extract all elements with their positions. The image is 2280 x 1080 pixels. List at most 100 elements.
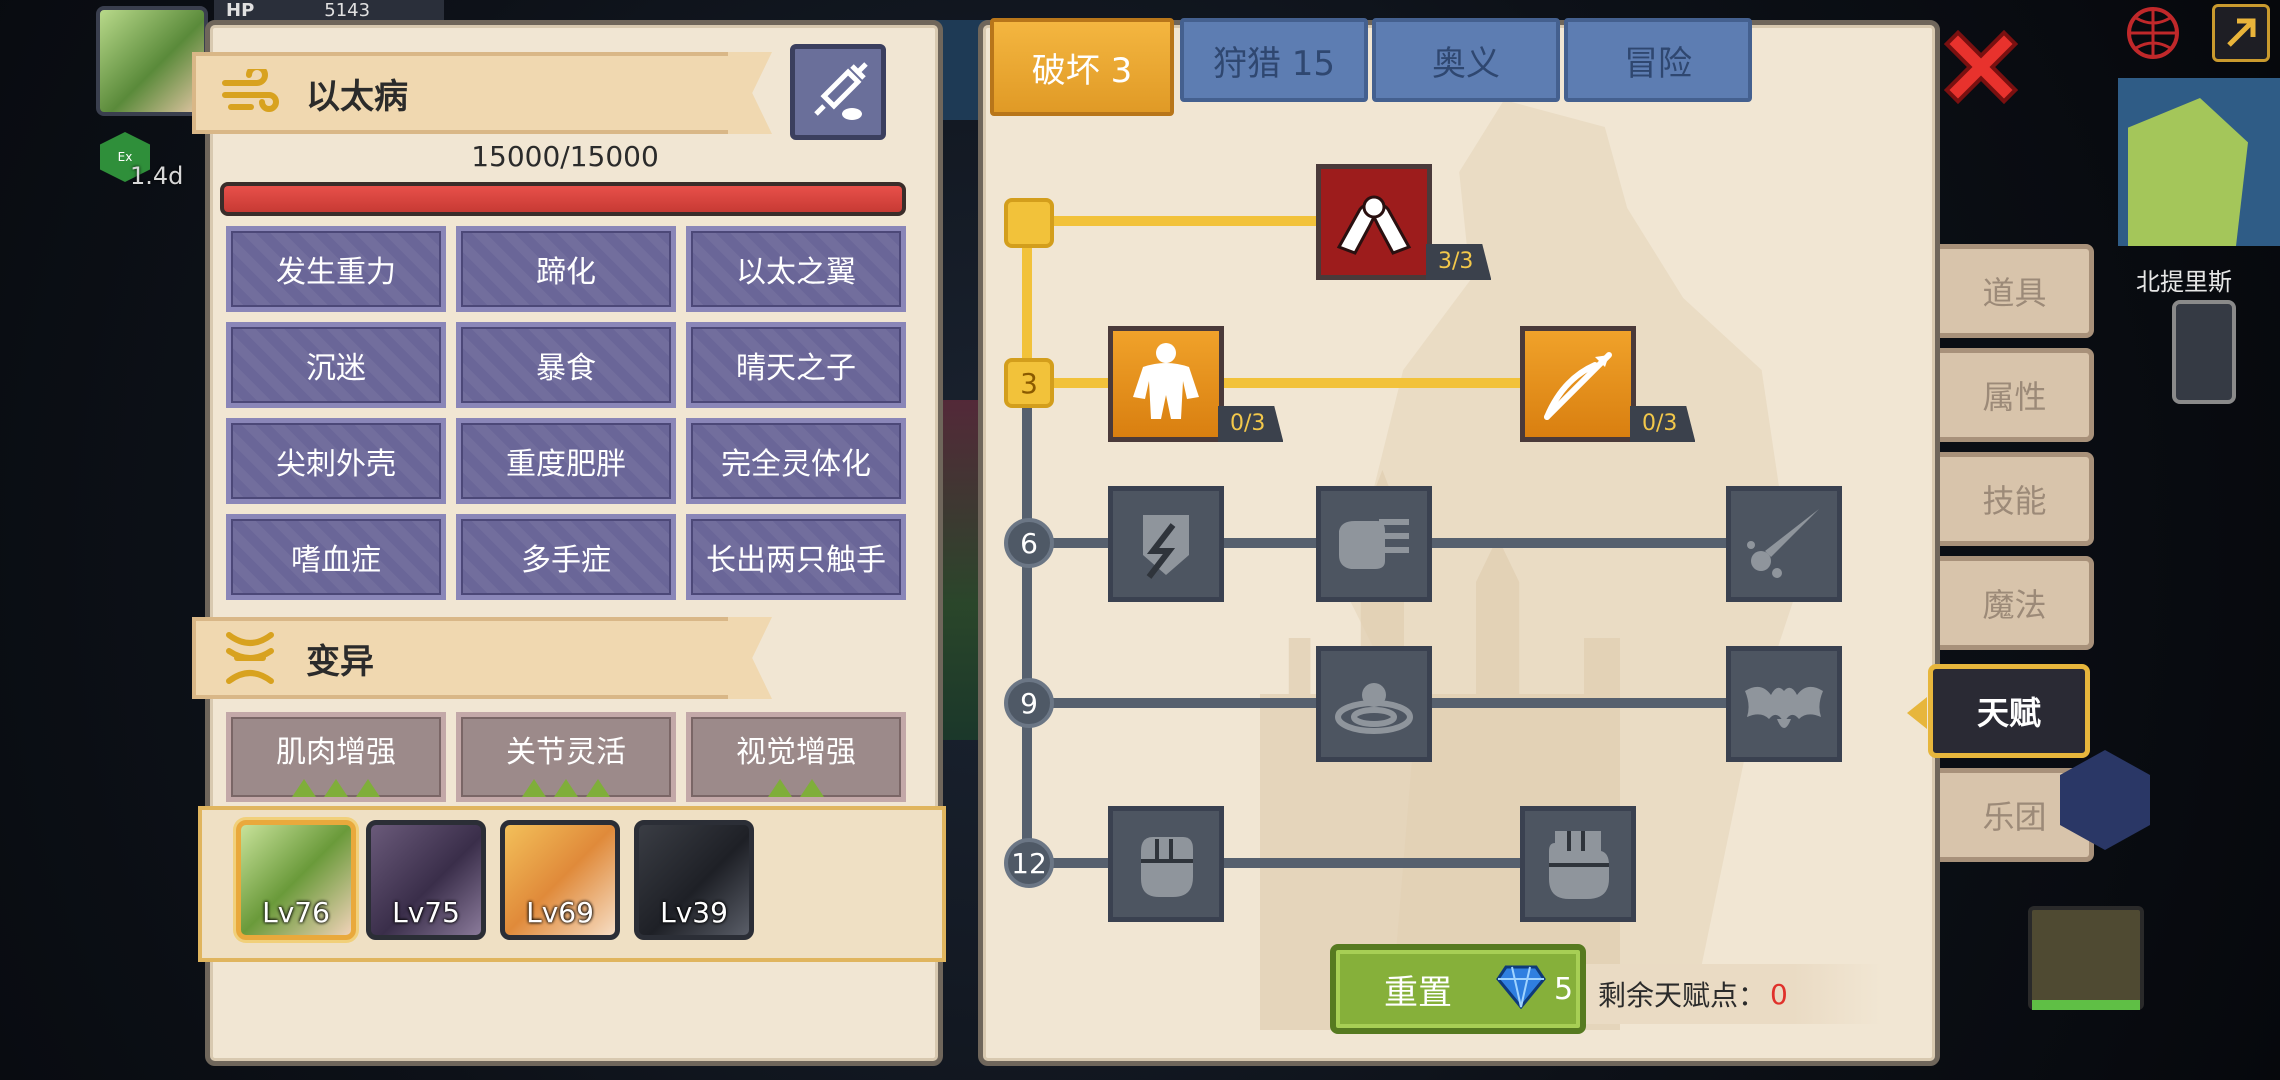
close-button[interactable]	[1944, 30, 2018, 104]
sleep-house-icon[interactable]	[2028, 906, 2144, 1010]
party-member-portrait[interactable]: Lv75	[366, 820, 486, 940]
ether-disease-header: 以太病	[192, 52, 732, 134]
level-marker-icon	[522, 779, 546, 797]
disease-item[interactable]: 蹄化	[456, 226, 676, 312]
level-marker-icon	[800, 779, 824, 797]
disease-item[interactable]: 重度肥胖	[456, 418, 676, 504]
gauntlet-icon	[1549, 831, 1609, 899]
talent-body[interactable]	[1108, 326, 1224, 442]
hud-hp-value: 5143	[324, 0, 371, 21]
arm-wrestle-icon	[1336, 195, 1412, 255]
party-member-level: Lv76	[262, 896, 330, 929]
tree-level-node: 3	[1004, 358, 1054, 408]
talent-arm-wrestle[interactable]	[1316, 164, 1432, 280]
muscle-body-icon	[1133, 343, 1199, 419]
level-marker-icon	[292, 779, 316, 797]
mutation-level-markers	[768, 779, 824, 797]
side-tab-talent[interactable]: 天赋	[1907, 664, 2090, 758]
reset-button[interactable]: 重置 5	[1330, 944, 1586, 1034]
talent-ripple[interactable]	[1316, 646, 1432, 762]
side-tab-skills[interactable]: 技能	[1940, 452, 2094, 546]
level-marker-icon	[768, 779, 792, 797]
mutation-level-markers	[292, 779, 380, 797]
party-member-portrait[interactable]: Lv39	[634, 820, 754, 940]
disease-item[interactable]: 嗜血症	[226, 514, 446, 600]
syringe-button[interactable]	[790, 44, 886, 140]
punch-icon	[1339, 519, 1409, 569]
level-marker-icon	[356, 779, 380, 797]
party-member-level: Lv39	[660, 896, 728, 929]
disease-item[interactable]: 沉迷	[226, 322, 446, 408]
bat-icon	[1745, 686, 1823, 728]
phone-icon[interactable]	[2172, 300, 2236, 404]
talent-count: 0/3	[1630, 406, 1696, 442]
talent-count: 0/3	[1218, 406, 1284, 442]
talent-arrow[interactable]	[1520, 326, 1636, 442]
side-tab-items[interactable]: 道具	[1940, 244, 2094, 338]
remaining-points: 剩余天赋点： 0	[1586, 964, 1882, 1024]
mutation-label: 关节灵活	[506, 735, 626, 770]
bow-arrow-icon	[1544, 352, 1612, 420]
hud-hp: HP 5143	[214, 0, 444, 22]
tab-destruction[interactable]: 破坏 3	[990, 18, 1174, 116]
side-tab-attributes[interactable]: 属性	[1940, 348, 2094, 442]
exit-icon[interactable]	[2212, 4, 2270, 62]
location-name: 北提里斯	[2136, 268, 2232, 296]
ether-hp-text: 15000/15000	[471, 140, 659, 173]
mutation-label: 肌肉增强	[276, 735, 396, 770]
disease-grid: 发生重力 蹄化 以太之翼 沉迷 暴食 晴天之子 尖刺外壳 重度肥胖 完全灵体化 …	[226, 226, 906, 600]
ripple-icon	[1335, 683, 1413, 734]
sleep-progress-bar	[2032, 1000, 2140, 1010]
remaining-points-label: 剩余天赋点：	[1598, 979, 1767, 1012]
talent-bat[interactable]	[1726, 646, 1842, 762]
tree-root-node	[1004, 198, 1054, 248]
globe-icon[interactable]	[2124, 4, 2182, 62]
mutation-level-markers	[522, 779, 610, 797]
party-member-level: Lv69	[526, 896, 594, 929]
party-member-level: Lv75	[392, 896, 460, 929]
level-marker-icon	[586, 779, 610, 797]
tree-level-node: 6	[1004, 518, 1054, 568]
remaining-points-value: 0	[1770, 977, 1788, 1011]
talent-gauntlet[interactable]	[1520, 806, 1636, 922]
party-member-portrait[interactable]: Lv76	[236, 820, 356, 940]
tree-level-node: 12	[1004, 838, 1054, 888]
talent-punch[interactable]	[1316, 486, 1432, 602]
slash-icon	[1747, 509, 1819, 578]
minimap[interactable]	[2118, 78, 2280, 246]
talent-shield-break[interactable]	[1108, 486, 1224, 602]
disease-item[interactable]: 完全灵体化	[686, 418, 906, 504]
reset-cost: 5	[1554, 971, 1574, 1007]
mutation-title: 变异	[306, 641, 374, 682]
diamond-icon	[1496, 965, 1546, 1013]
disease-item[interactable]: 以太之翼	[686, 226, 906, 312]
disease-item[interactable]: 发生重力	[226, 226, 446, 312]
tree-branch-0	[1027, 216, 1317, 226]
side-tab-magic[interactable]: 魔法	[1940, 556, 2094, 650]
mutation-item[interactable]: 关节灵活	[456, 712, 676, 802]
reset-label: 重置	[1384, 972, 1452, 1013]
disease-item[interactable]: 长出两只触手	[686, 514, 906, 600]
talent-slash[interactable]	[1726, 486, 1842, 602]
disease-item[interactable]: 多手症	[456, 514, 676, 600]
dna-icon	[218, 626, 282, 690]
fist-icon	[1141, 837, 1193, 897]
tree-level-node: 9	[1004, 678, 1054, 728]
close-icon	[1944, 30, 2018, 104]
tab-hunting[interactable]: 狩猎 15	[1180, 18, 1368, 102]
mutation-label: 视觉增强	[736, 735, 856, 770]
disease-item[interactable]: 暴食	[456, 322, 676, 408]
mutation-item[interactable]: 视觉增强	[686, 712, 906, 802]
talent-fist[interactable]	[1108, 806, 1224, 922]
ether-hp-fill	[224, 186, 902, 212]
party-member-portrait[interactable]: Lv69	[500, 820, 620, 940]
mutation-grid: 肌肉增强 关节灵活 视觉增强	[226, 712, 906, 802]
mutation-item[interactable]: 肌肉增强	[226, 712, 446, 802]
tab-mystery[interactable]: 奥义	[1372, 18, 1560, 102]
tab-adventure[interactable]: 冒险	[1564, 18, 1752, 102]
game-screen: { "hud": { "hp_label": "HP", "hp_value":…	[0, 0, 2280, 1080]
disease-item[interactable]: 晴天之子	[686, 322, 906, 408]
wind-icon	[218, 61, 282, 125]
disease-item[interactable]: 尖刺外壳	[226, 418, 446, 504]
hud-hp-label: HP	[226, 0, 255, 21]
